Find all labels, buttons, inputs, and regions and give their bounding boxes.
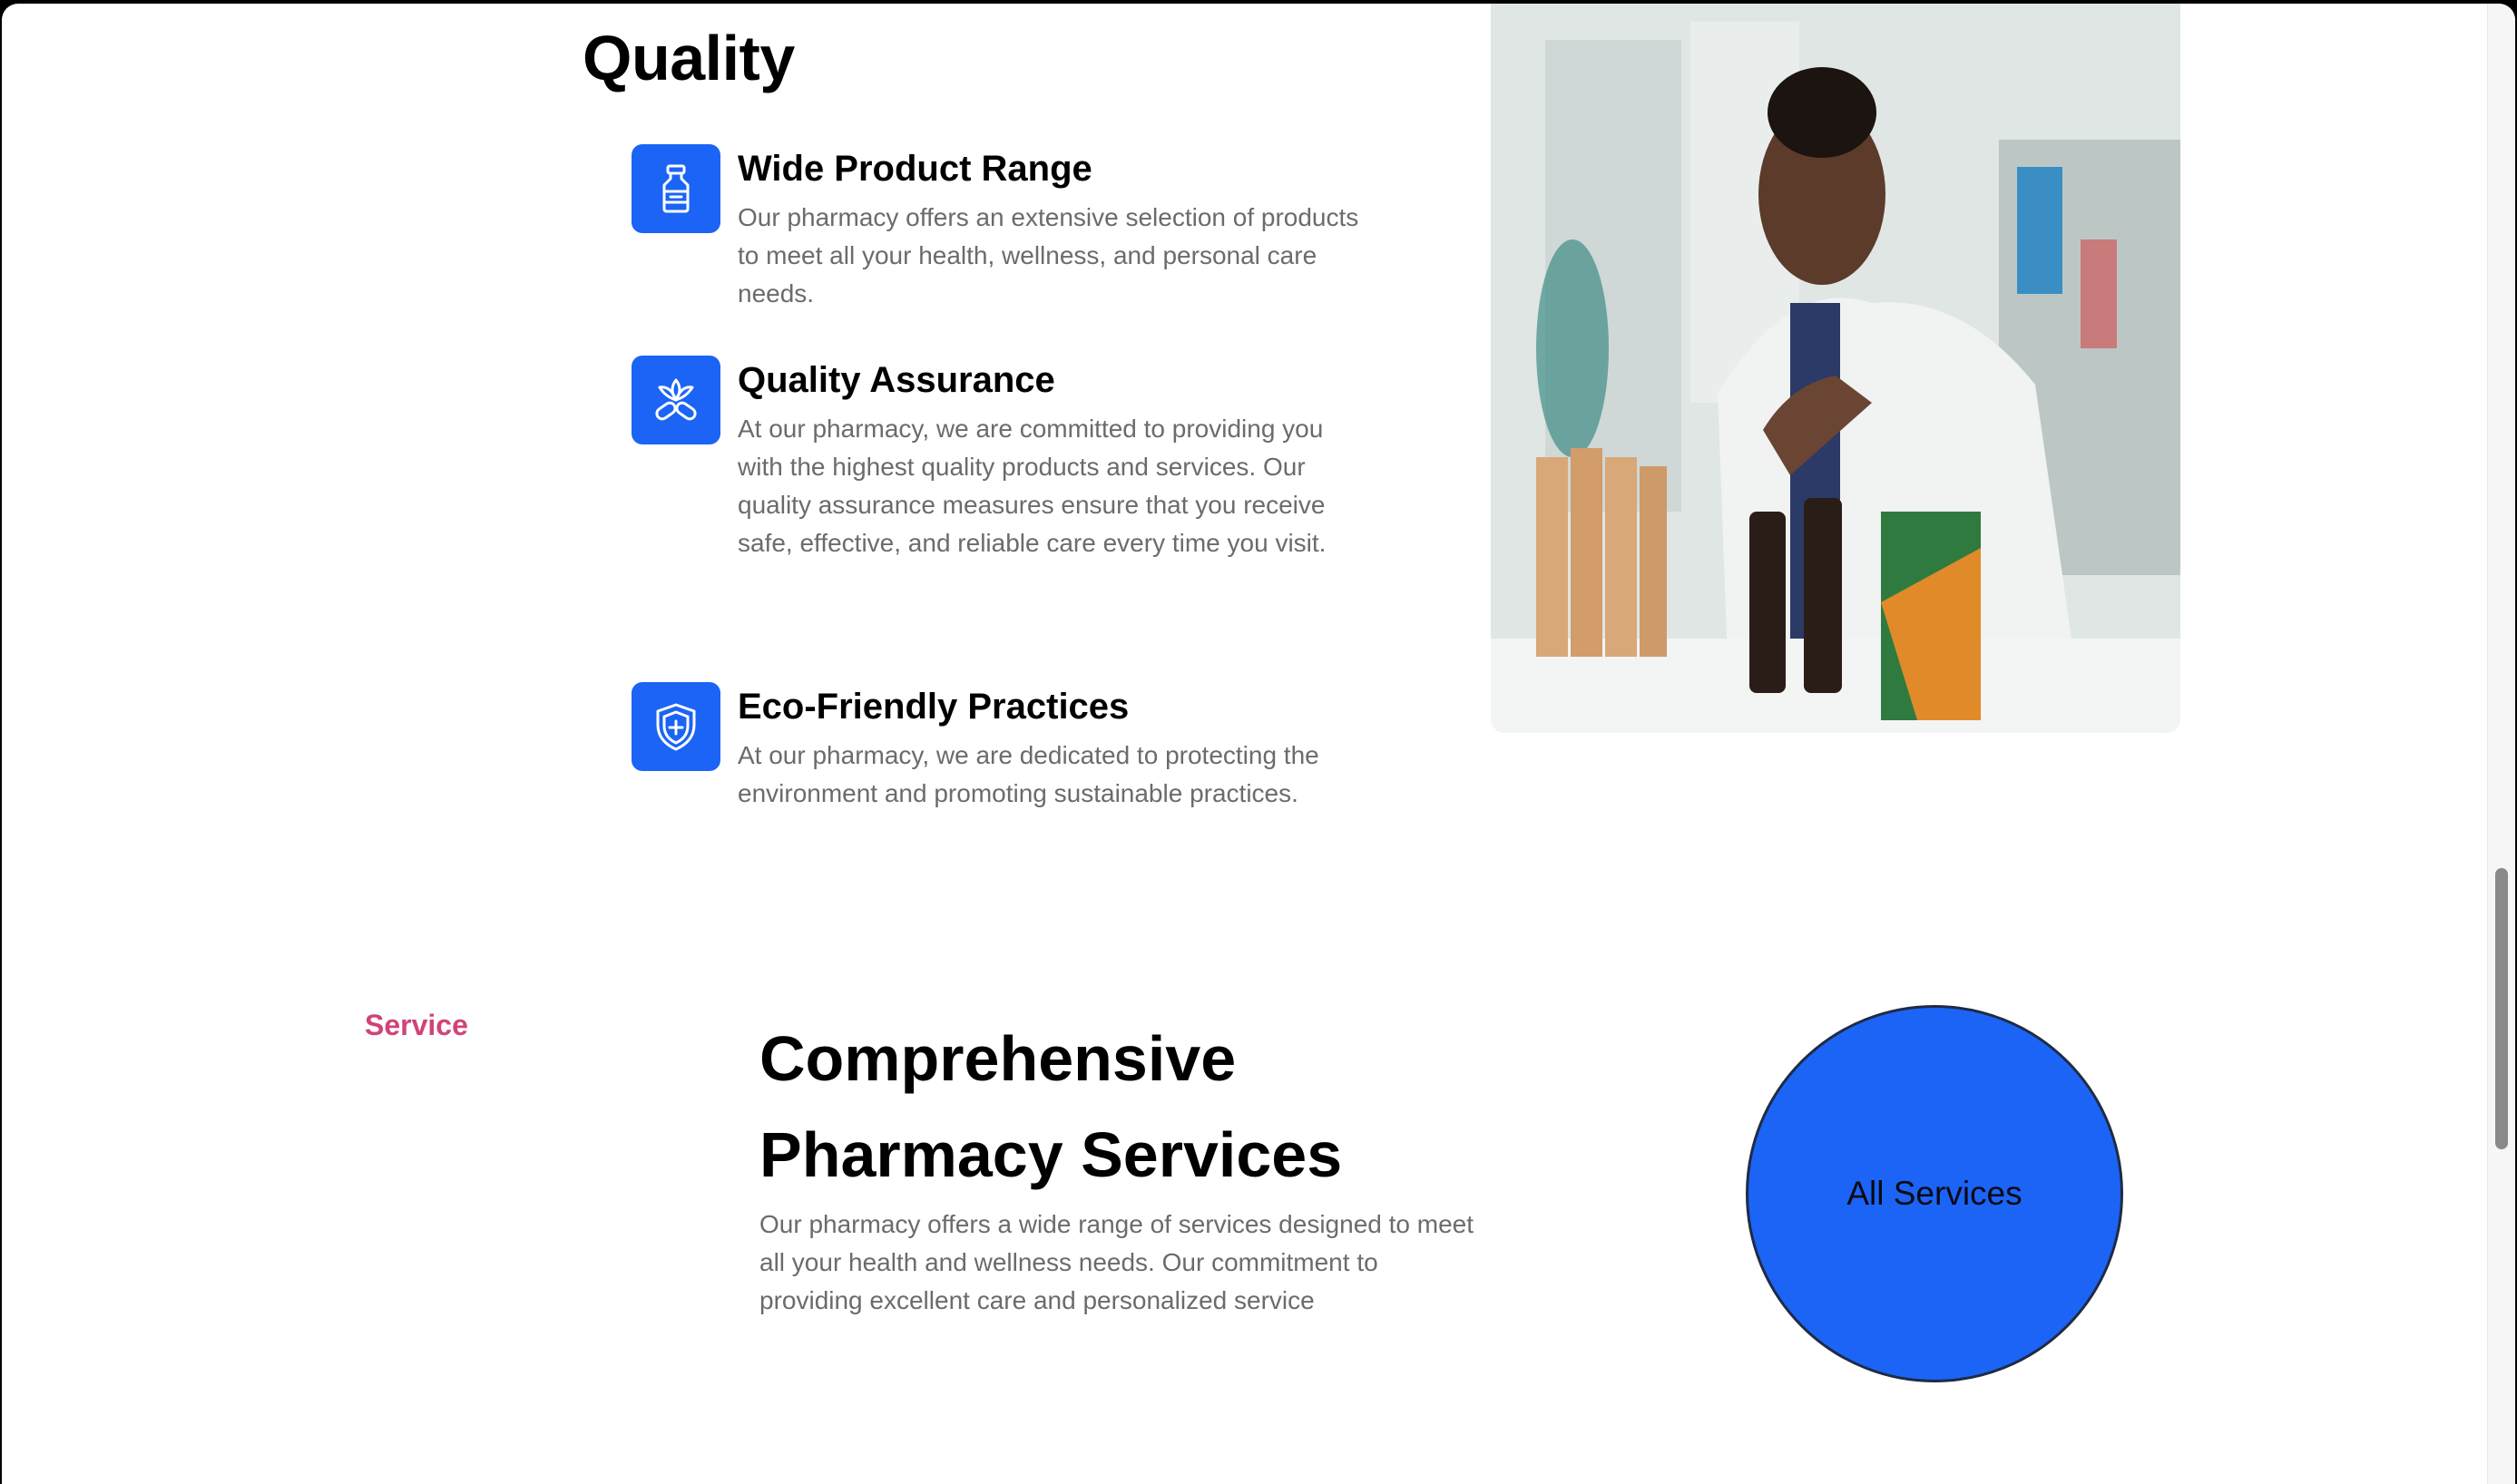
feature-title: Wide Product Range (738, 149, 1092, 189)
feature-title: Eco-Friendly Practices (738, 687, 1130, 727)
section-title: Quality (583, 23, 795, 93)
shield-plus-icon (632, 682, 720, 771)
pharmacist-photo (1491, 4, 2180, 733)
feature-description: At our pharmacy, we are committed to pro… (738, 415, 1327, 557)
scrollbar-thumb[interactable] (2495, 868, 2508, 1149)
service-description: Our pharmacy offers a wide range of serv… (759, 1210, 1474, 1314)
scrollbar-track[interactable] (2487, 4, 2515, 1484)
feature-description: At our pharmacy, we are dedicated to pro… (738, 741, 1319, 807)
feature-title: Quality Assurance (738, 360, 1055, 400)
feature-description: Our pharmacy offers an extensive selecti… (738, 203, 1359, 308)
service-kicker: Service (365, 1009, 468, 1041)
service-heading: Comprehensive Pharmacy Services (759, 1023, 1343, 1190)
all-services-button[interactable]: All Services (1746, 1005, 2123, 1382)
page: Quality Wide Product Range Our pharmacy … (2, 4, 2515, 1484)
medicine-bottle-icon (632, 144, 720, 233)
pills-flower-icon (632, 356, 720, 444)
